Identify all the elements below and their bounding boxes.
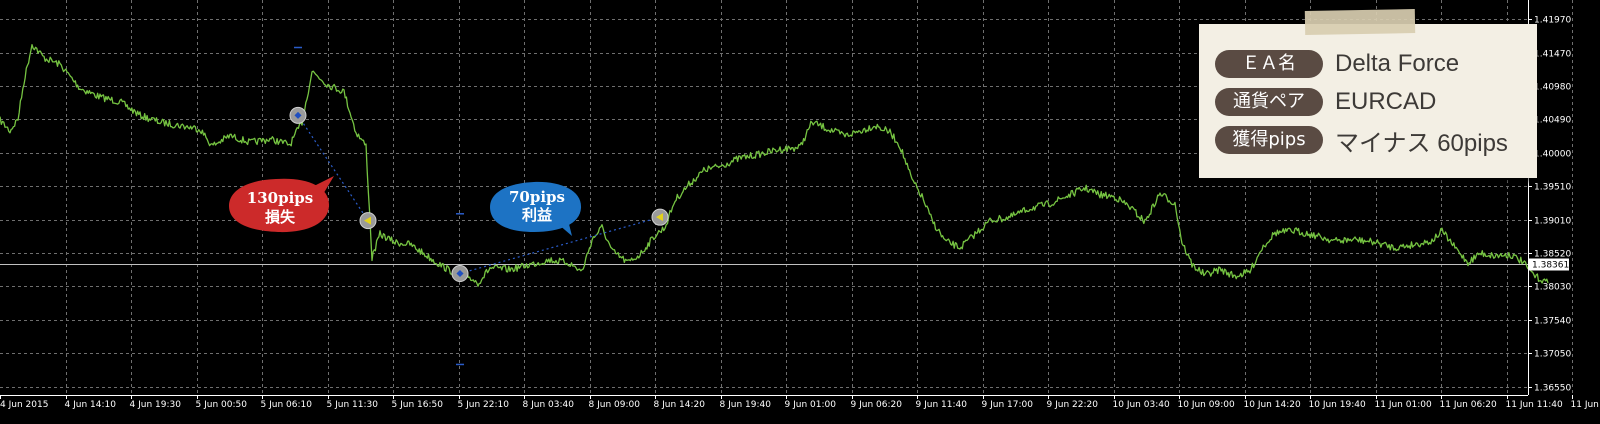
x-tick-label: 4 Jun 14:10	[65, 400, 117, 410]
y-tick-label: 1.40490	[1534, 116, 1571, 126]
y-tick-label: 1.40000	[1534, 150, 1571, 160]
x-tick-label: 10 Jun 14:20	[1244, 400, 1301, 410]
pips-value: マイナス 60pips	[1335, 123, 1508, 158]
masking-tape	[1305, 9, 1415, 35]
x-tick-label: 9 Jun 11:40	[916, 400, 968, 410]
y-tick-label: 1.37050	[1534, 350, 1571, 360]
y-tick-label: 1.39510	[1534, 183, 1571, 193]
y-tick-label: 1.36550	[1534, 384, 1571, 394]
loss-bubble-pips: 130pips	[226, 189, 334, 207]
ea-name-value: Delta Force	[1335, 50, 1459, 78]
x-tick-label: 5 Jun 22:10	[458, 400, 510, 410]
ea-name-key: ＥＡ名	[1215, 50, 1323, 78]
x-tick-label: 4 Jun 2015	[0, 400, 48, 410]
x-tick-label: 5 Jun 16:50	[392, 400, 444, 410]
x-tick-label: 8 Jun 09:00	[589, 400, 641, 410]
x-tick-label: 8 Jun 19:40	[720, 400, 772, 410]
x-tick-label: 8 Jun 03:40	[523, 400, 575, 410]
x-tick-label: 5 Jun 06:10	[261, 400, 313, 410]
y-tick-label: 1.38520	[1534, 250, 1571, 260]
y-tick-label: 1.38030	[1534, 283, 1571, 293]
y-tick-label: 1.40980	[1534, 83, 1571, 93]
loss-bubble: 130pips 損失	[226, 176, 334, 234]
x-tick-label: 9 Jun 06:20	[851, 400, 903, 410]
y-tick-label: 1.41970	[1534, 16, 1571, 26]
x-tick-label: 11 Jun 01:00	[1375, 400, 1432, 410]
x-tick-label: 9 Jun 01:00	[785, 400, 837, 410]
current-price-label: 1.38361	[1532, 261, 1569, 271]
x-tick-label: 10 Jun 03:40	[1113, 400, 1170, 410]
x-tick-label: 11 Jun 17	[1571, 400, 1600, 410]
info-row-ea-name: ＥＡ名 Delta Force	[1215, 46, 1521, 82]
x-tick-label: 9 Jun 17:00	[982, 400, 1034, 410]
x-tick-label: 10 Jun 19:40	[1309, 400, 1366, 410]
x-tick-label: 5 Jun 00:50	[196, 400, 248, 410]
profit-bubble-pips: 70pips	[488, 188, 586, 206]
x-tick-label: 4 Jun 19:30	[130, 400, 182, 410]
x-tick-label: 8 Jun 14:20	[654, 400, 706, 410]
info-row-currency-pair: 通貨ペア EURCAD	[1215, 84, 1521, 120]
currency-pair-key: 通貨ペア	[1215, 88, 1323, 116]
y-tick-label: 1.41470	[1534, 50, 1571, 60]
ea-info-card: ＥＡ名 Delta Force 通貨ペア EURCAD 獲得pips マイナス …	[1199, 24, 1537, 178]
x-tick-label: 11 Jun 06:20	[1440, 400, 1497, 410]
x-tick-label: 5 Jun 11:30	[327, 400, 379, 410]
profit-bubble-label: 利益	[488, 206, 586, 224]
currency-pair-value: EURCAD	[1335, 88, 1436, 116]
trade-layer	[290, 48, 668, 365]
info-row-pips: 獲得pips マイナス 60pips	[1215, 122, 1521, 158]
y-tick-label: 1.39010	[1534, 217, 1571, 227]
loss-bubble-label: 損失	[226, 208, 334, 226]
pips-key: 獲得pips	[1215, 126, 1323, 154]
y-tick-label: 1.37540	[1534, 317, 1571, 327]
x-tick-label: 11 Jun 11:40	[1506, 400, 1563, 410]
x-tick-label: 9 Jun 22:20	[1047, 400, 1099, 410]
x-tick-label: 10 Jun 09:00	[1178, 400, 1235, 410]
profit-bubble: 70pips 利益	[488, 180, 586, 236]
